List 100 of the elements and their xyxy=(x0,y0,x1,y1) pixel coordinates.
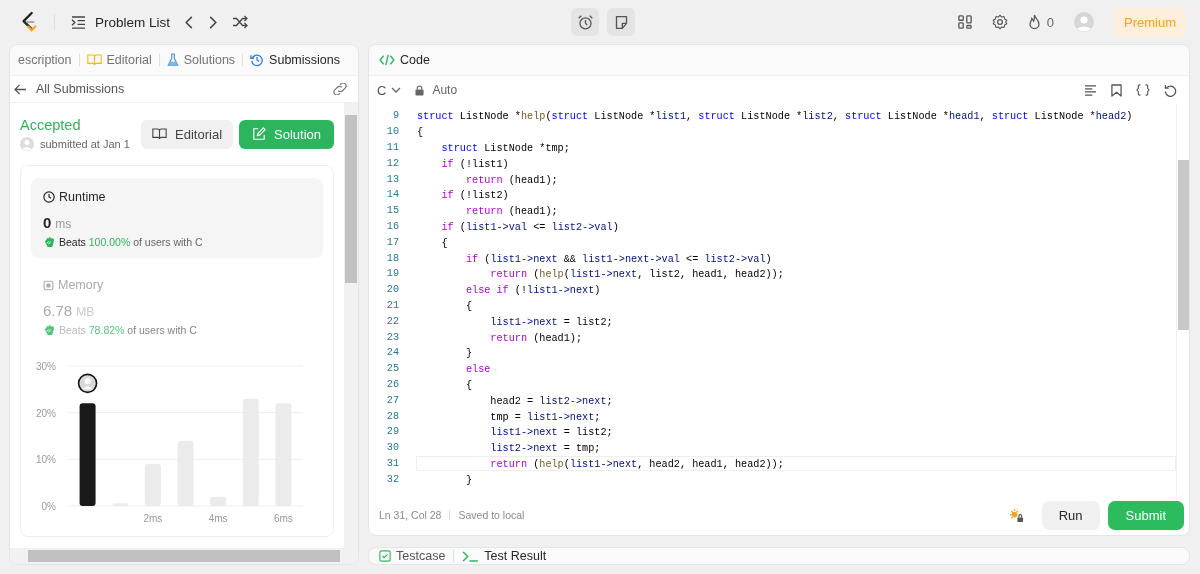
console-tab[interactable]: Test Result xyxy=(462,549,547,563)
user-marker-icon xyxy=(77,373,98,394)
code-line[interactable]: if (list1->next && list1->next->val <= list2->val) xyxy=(416,250,1176,266)
clapping-hands-icon xyxy=(43,323,56,336)
chevron-down-icon xyxy=(391,87,402,93)
line-number: 25 xyxy=(385,363,400,375)
braces-icon[interactable] xyxy=(1136,84,1150,96)
all-submissions-link[interactable]: All Submissions xyxy=(14,82,125,96)
code-line[interactable]: if (!list2) xyxy=(416,187,1176,203)
distribution-bar[interactable] xyxy=(79,403,96,506)
line-number: 20 xyxy=(385,284,400,296)
link-icon[interactable] xyxy=(332,83,348,95)
settings-icon[interactable] xyxy=(991,14,1008,30)
panel-tab[interactable]: Solutions xyxy=(166,53,236,67)
panel-tab[interactable]: Submissions xyxy=(250,53,340,67)
line-number: 19 xyxy=(385,268,400,280)
metric-value: 6.78 xyxy=(43,302,73,319)
code-tab[interactable]: Code xyxy=(379,53,430,67)
scrollbar[interactable] xyxy=(344,103,358,548)
clapping-hands-icon xyxy=(43,235,56,248)
mode-toggle[interactable]: Auto xyxy=(415,83,458,97)
code-line[interactable]: list1->next = list2; xyxy=(416,424,1176,440)
previous-icon[interactable] xyxy=(184,14,195,30)
code-line[interactable]: tmp = list1->next; xyxy=(416,408,1176,424)
y-axis-label: 10% xyxy=(36,454,56,466)
code-line[interactable]: list2->next = tmp; xyxy=(416,440,1176,456)
code-icon xyxy=(379,54,395,66)
metric-unit: ms xyxy=(55,217,72,231)
line-number: 22 xyxy=(385,315,400,327)
editorial-button[interactable]: Editorial xyxy=(141,119,233,149)
code-line[interactable]: { xyxy=(416,297,1176,313)
scrollbar[interactable] xyxy=(1176,104,1189,495)
code-line[interactable]: } xyxy=(416,471,1176,487)
code-line[interactable]: if (!list1) xyxy=(416,155,1176,171)
console-tab[interactable]: Testcase xyxy=(379,549,446,563)
alarm-clock-icon xyxy=(576,13,594,31)
line-number: 15 xyxy=(385,205,400,217)
y-axis-label: 30% xyxy=(36,361,56,372)
line-number: 27 xyxy=(385,394,400,406)
note-icon xyxy=(613,14,629,30)
problem-list-button[interactable]: Problem List xyxy=(71,14,171,30)
layout-icon[interactable] xyxy=(957,15,972,29)
line-number: 28 xyxy=(385,410,400,422)
submitted-time: submitted at Jan 1 xyxy=(40,138,130,150)
status-label: Accepted xyxy=(20,117,82,133)
code-line[interactable]: { xyxy=(416,376,1176,392)
line-number: 13 xyxy=(385,173,400,185)
line-number: 23 xyxy=(385,331,400,343)
panel-tab[interactable]: Editorial xyxy=(86,53,152,67)
code-line[interactable]: else if (!list1->next) xyxy=(416,282,1176,298)
code-line[interactable]: else xyxy=(416,361,1176,377)
line-number: 29 xyxy=(385,426,400,438)
language-dropdown[interactable]: C xyxy=(377,82,402,98)
metric-title: Runtime xyxy=(59,190,106,204)
cursor-position: Ln 31, Col 28 xyxy=(379,509,442,521)
line-number: 17 xyxy=(385,236,400,248)
line-number: 9 xyxy=(391,110,400,122)
line-number: 16 xyxy=(385,220,400,232)
debug-lock-icon[interactable] xyxy=(1008,507,1024,523)
code-line[interactable]: head2 = list2->next; xyxy=(416,392,1176,408)
flame-icon[interactable] xyxy=(1027,14,1041,30)
beats-text: Beats 78.82% of users with C xyxy=(59,323,197,336)
terminal-icon xyxy=(462,550,480,562)
line-number: 11 xyxy=(385,142,400,153)
code-line[interactable]: { xyxy=(416,234,1176,250)
code-line[interactable]: struct ListNode *help(struct ListNode *list1, struct ListNode *list2, struct ListNode *head1, struct ListNode *head2) xyxy=(416,108,1176,124)
book-icon xyxy=(152,128,168,140)
code-line[interactable]: } xyxy=(416,345,1176,361)
reset-icon[interactable] xyxy=(1164,83,1177,97)
bookmark-icon[interactable] xyxy=(1111,83,1122,97)
history-icon xyxy=(250,53,265,67)
shuffle-icon[interactable] xyxy=(232,15,249,29)
scrollbar[interactable] xyxy=(10,548,358,564)
code-line[interactable]: { xyxy=(416,124,1176,140)
beats-text: Beats 100.00% of users with C xyxy=(59,235,203,248)
code-line[interactable]: if (list1->val <= list2->val) xyxy=(416,218,1176,234)
clock-icon xyxy=(43,191,55,203)
line-number: 31 xyxy=(385,457,400,469)
code-line[interactable]: return (head1); xyxy=(416,171,1176,187)
code-line[interactable]: struct ListNode *tmp; xyxy=(416,140,1176,155)
code-line[interactable]: return (help(list1->next, list2, head1, head2)); xyxy=(416,266,1176,282)
logo-icon[interactable] xyxy=(20,11,38,33)
code-line[interactable]: return (head1); xyxy=(416,203,1176,219)
line-number: 32 xyxy=(385,473,400,485)
metric-panel[interactable]: Runtime 0 ms Beats 100.00% of users with C xyxy=(31,178,323,258)
next-icon[interactable] xyxy=(208,14,219,30)
run-button[interactable]: Run xyxy=(1041,500,1100,530)
line-number: 21 xyxy=(385,299,400,311)
metric-title: Memory xyxy=(58,278,104,292)
y-axis-label: 0% xyxy=(41,501,56,512)
format-icon[interactable] xyxy=(1084,84,1097,96)
panel-tab[interactable]: escription xyxy=(16,53,72,67)
line-number: 14 xyxy=(385,189,400,201)
save-status: Saved to local xyxy=(458,509,525,521)
timer-button[interactable] xyxy=(571,8,599,36)
code-line[interactable]: return (head1); xyxy=(416,329,1176,345)
x-axis-label: 6ms xyxy=(273,513,293,524)
line-number: 24 xyxy=(385,347,400,359)
notes-button[interactable] xyxy=(607,8,635,36)
code-line[interactable]: list1->next = list2; xyxy=(416,313,1176,329)
